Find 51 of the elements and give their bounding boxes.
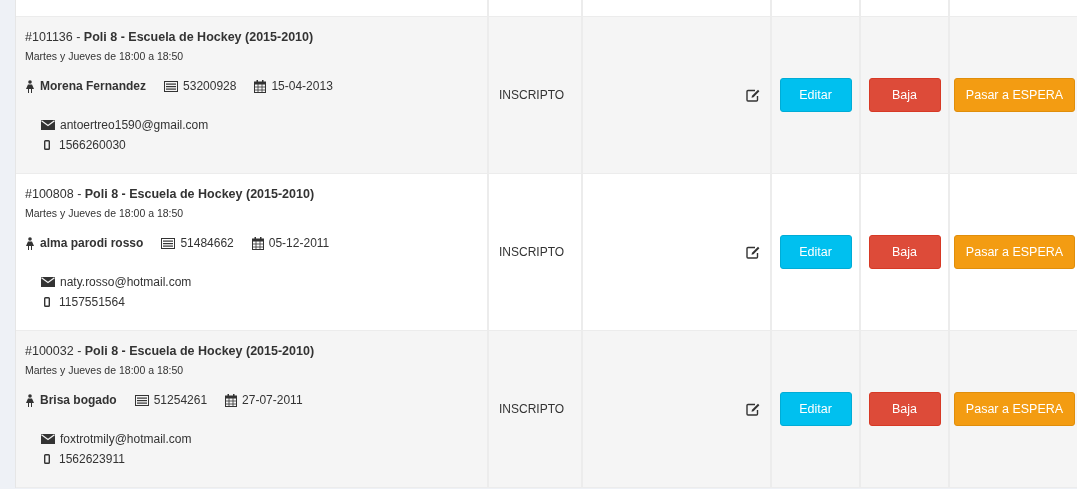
calendar-icon [225,393,238,407]
status-text: INSCRIPTO [499,245,565,259]
envelope-icon [41,120,55,130]
course-title: #100032 - Poli 8 - Escuela de Hockey (2015-2010) [25,343,316,359]
mobile-phone-icon [44,297,50,307]
waitlist-button[interactable]: Pasar a ESPERA [953,78,1076,112]
id-card-icon [134,394,149,406]
student-name: Morena Fernandez [40,79,147,93]
edit-icon[interactable] [746,402,760,416]
calendar-icon [251,236,264,250]
birth-date: 27-07-2011 [242,393,303,407]
edit-button[interactable]: Editar [779,392,852,426]
remove-button[interactable]: Baja [868,235,941,269]
edit-icon[interactable] [746,88,760,102]
remove-button[interactable]: Baja [868,78,941,112]
id-card-icon [164,80,179,92]
edit-icon[interactable] [746,245,760,259]
waitlist-button[interactable]: Pasar a ESPERA [953,392,1076,426]
schedule-text: Martes y Jueves de 18:00 a 18:50 [25,363,185,377]
envelope-icon [41,277,55,287]
phone-text: 1562623911 [59,452,125,466]
waitlist-button[interactable]: Pasar a ESPERA [953,235,1076,269]
course-title: #100808 - Poli 8 - Escuela de Hockey (2015-2010) [25,186,316,202]
email-text: naty.rosso@hotmail.com [60,275,192,289]
email-text: foxtrotmily@hotmail.com [60,432,192,446]
calendar-icon [254,79,267,93]
email-text: antoertreo1590@gmail.com [60,118,209,132]
status-text: INSCRIPTO [499,402,565,416]
schedule-text: Martes y Jueves de 18:00 a 18:50 [25,49,185,63]
birth-date: 05-12-2011 [268,236,330,250]
id-card-icon [161,237,176,249]
remove-button[interactable]: Baja [868,392,941,426]
status-text: INSCRIPTO [499,88,565,102]
birth-date: 15-04-2013 [271,79,333,93]
mobile-phone-icon [44,454,50,464]
document-number: 51484662 [180,236,234,250]
edit-button[interactable]: Editar [779,235,852,269]
course-title: #101136 - Poli 8 - Escuela de Hockey (2015-2010) [25,29,315,45]
mobile-phone-icon [44,140,50,150]
document-number: 51254261 [153,393,208,407]
envelope-icon [41,434,55,444]
schedule-text: Martes y Jueves de 18:00 a 18:50 [25,206,185,220]
edit-button[interactable]: Editar [779,78,852,112]
phone-text: 1157551564 [59,295,125,309]
phone-text: 1566260030 [59,138,126,152]
female-person-icon [25,393,35,407]
female-person-icon [25,79,35,93]
document-number: 53200928 [183,79,237,93]
student-name: alma parodi rosso [40,236,144,250]
student-name: Brisa bogado [40,393,117,407]
female-person-icon [25,236,35,250]
